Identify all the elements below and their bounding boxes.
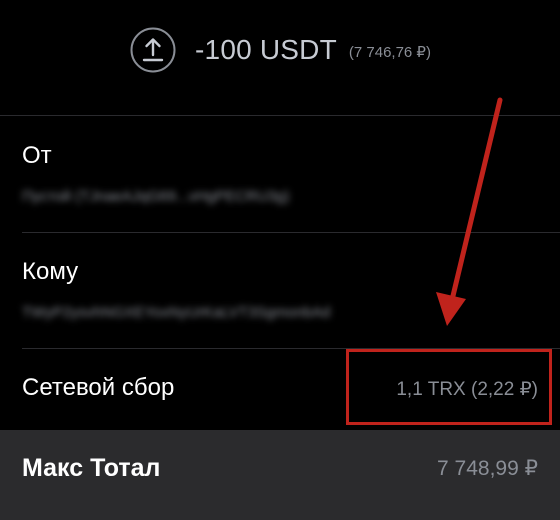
divider	[22, 232, 560, 233]
transaction-header: -100 USDT (7 746,76 ₽)	[0, 0, 560, 100]
transaction-amount-fiat: (7 746,76 ₽)	[348, 44, 431, 61]
transaction-confirm-screen: -100 USDT (7 746,76 ₽) От Пустой (TJnaeA…	[0, 0, 560, 520]
to-label: Кому	[22, 258, 79, 285]
to-address[interactable]: TWyP2ysvhNGXEYoxNyUrKaLVT3SgmonbAd	[22, 304, 330, 321]
max-total-value: 7 748,99 ₽	[437, 457, 538, 480]
from-label: От	[22, 142, 52, 169]
upload-arrow-icon	[129, 26, 177, 74]
max-total-row: Макс Тотал 7 748,99 ₽	[0, 430, 560, 520]
max-total-label: Макс Тотал	[22, 454, 161, 482]
from-address[interactable]: Пустой (TJnaeAJqG69...vHgPECRU3g)	[22, 188, 289, 205]
network-fee-label: Сетевой сбор	[22, 374, 175, 401]
divider	[0, 115, 560, 116]
transaction-amount: -100 USDT	[195, 34, 337, 65]
annotation-highlight-box	[346, 349, 552, 425]
